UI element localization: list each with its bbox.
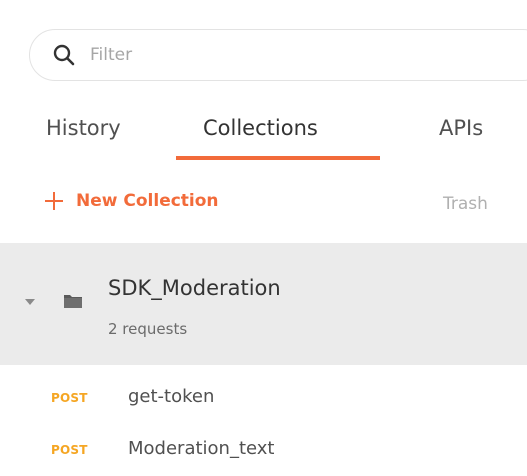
tab-history-label: History xyxy=(46,116,121,140)
sidebar-panel: History Collections APIs New Collection … xyxy=(0,0,527,476)
collection-name: SDK_Moderation xyxy=(108,276,281,300)
trash-button[interactable]: Trash xyxy=(443,194,488,214)
request-item[interactable]: POST get-token xyxy=(0,379,527,423)
caret-down-icon[interactable] xyxy=(25,299,35,305)
search-box[interactable] xyxy=(29,29,527,81)
folder-icon xyxy=(63,293,83,309)
method-badge: POST xyxy=(51,391,88,405)
new-collection-label: New Collection xyxy=(76,191,219,211)
request-name: Moderation_text xyxy=(128,438,275,459)
method-badge: POST xyxy=(51,443,88,457)
search-icon xyxy=(52,43,76,67)
collection-request-count: 2 requests xyxy=(108,320,188,338)
request-name: get-token xyxy=(128,386,215,407)
search-input[interactable] xyxy=(90,45,390,65)
tab-bar: History Collections APIs xyxy=(0,112,527,164)
active-tab-indicator xyxy=(176,156,380,160)
new-collection-button[interactable]: New Collection xyxy=(44,191,219,211)
tab-collections-label: Collections xyxy=(203,116,318,140)
collection-item[interactable]: SDK_Moderation 2 requests xyxy=(0,243,527,365)
tab-apis-label: APIs xyxy=(439,116,484,140)
plus-icon xyxy=(44,191,64,211)
tab-collections[interactable]: Collections xyxy=(176,112,380,164)
request-item[interactable]: POST Moderation_text xyxy=(0,431,527,475)
